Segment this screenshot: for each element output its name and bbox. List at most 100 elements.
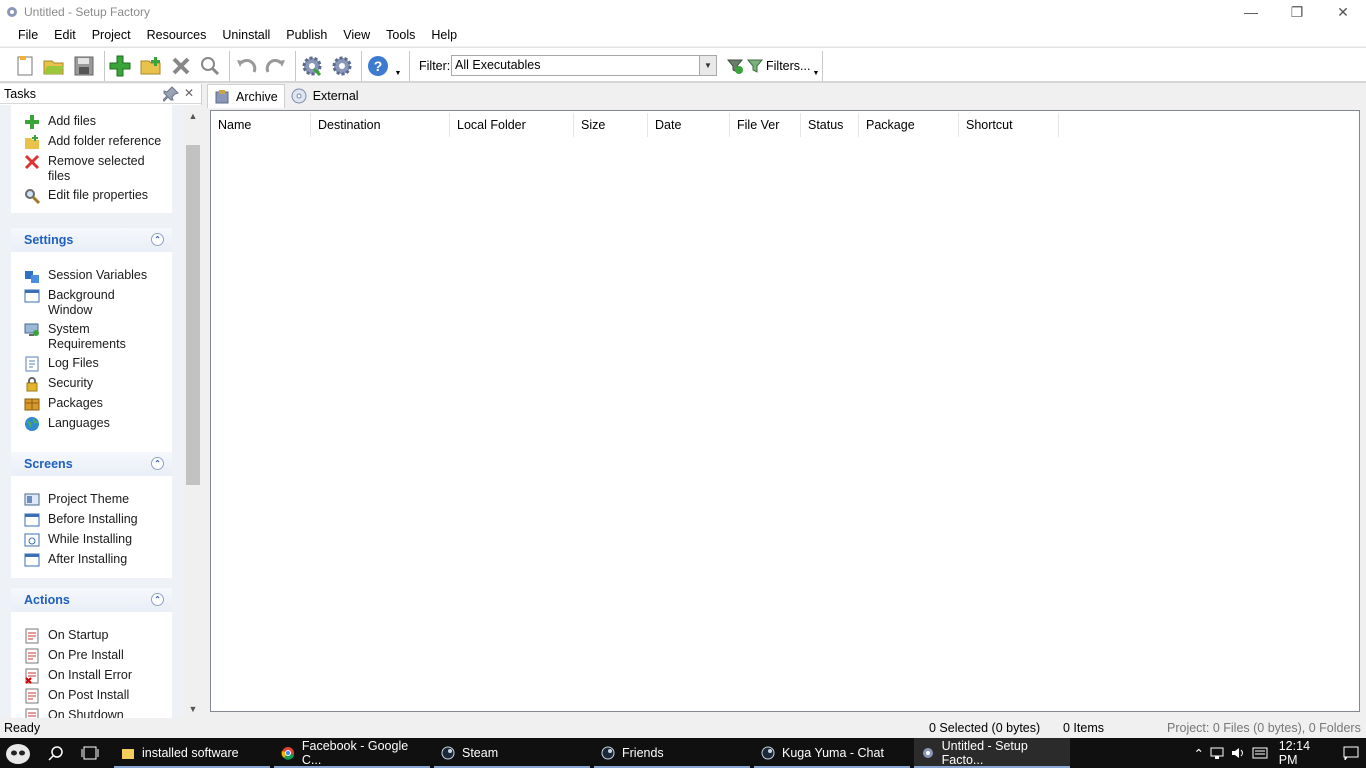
screens-project-theme[interactable]: Project Theme: [24, 492, 129, 508]
search-icon[interactable]: [42, 738, 70, 768]
funnel-icon: [747, 59, 763, 73]
column-header-status[interactable]: Status: [801, 113, 859, 137]
collapse-icon[interactable]: ⌃: [151, 233, 164, 246]
actions-on-shutdown[interactable]: On Shutdown: [24, 708, 124, 718]
volume-icon[interactable]: [1229, 746, 1250, 760]
screens-before-installing[interactable]: Before Installing: [24, 512, 138, 528]
column-header-size[interactable]: Size: [574, 113, 648, 137]
status-project-summary: Project: 0 Files (0 bytes), 0 Folders: [1167, 721, 1361, 735]
collapse-icon[interactable]: ⌃: [151, 457, 164, 470]
settings-group: Settings ⌃ Session Variables Background …: [11, 228, 172, 458]
package-icon: [24, 398, 40, 411]
add-folder-icon[interactable]: [138, 53, 164, 79]
save-icon[interactable]: [71, 53, 97, 79]
scroll-down-icon[interactable]: ▼: [184, 700, 202, 718]
collapse-icon[interactable]: ⌃: [151, 593, 164, 606]
pin-icon[interactable]: [162, 86, 179, 102]
taskbar-app-setup-factory[interactable]: Untitled - Setup Facto...: [914, 738, 1070, 768]
folder-icon: [120, 745, 136, 761]
filters-dropdown-icon[interactable]: ▼: [810, 68, 822, 78]
menu-project[interactable]: Project: [84, 28, 139, 42]
theme-icon: [24, 493, 40, 506]
help-icon[interactable]: ?: [365, 53, 391, 79]
build-icon[interactable]: [299, 53, 325, 79]
tab-archive[interactable]: Archive: [207, 84, 285, 108]
actions-on-post-install[interactable]: On Post Install: [24, 688, 129, 704]
settings-background-window[interactable]: Background Window: [24, 288, 144, 318]
network-icon[interactable]: [1208, 746, 1229, 760]
column-header-local-folder[interactable]: Local Folder: [450, 113, 574, 137]
settings-session-variables[interactable]: Session Variables: [24, 268, 147, 284]
menu-edit[interactable]: Edit: [46, 28, 84, 42]
settings-packages[interactable]: Packages: [24, 396, 103, 412]
filter-add-icon[interactable]: [722, 53, 748, 79]
screens-after-installing[interactable]: After Installing: [24, 552, 127, 568]
tab-external[interactable]: External: [285, 84, 365, 108]
menu-uninstall[interactable]: Uninstall: [214, 28, 278, 42]
actions-on-install-error[interactable]: On Install Error: [24, 668, 132, 684]
actions-on-pre-install[interactable]: On Pre Install: [24, 648, 124, 664]
actions-on-startup[interactable]: On Startup: [24, 628, 108, 644]
menu-resources[interactable]: Resources: [139, 28, 215, 42]
column-header-name[interactable]: Name: [211, 113, 311, 137]
publish-icon[interactable]: [329, 53, 355, 79]
task-add-folder-reference[interactable]: Add folder reference: [24, 134, 161, 150]
column-header-destination[interactable]: Destination: [311, 113, 450, 137]
column-header-package[interactable]: Package: [859, 113, 959, 137]
task-view-icon[interactable]: [76, 738, 104, 768]
screens-while-installing[interactable]: While Installing: [24, 532, 132, 548]
find-icon[interactable]: [197, 53, 223, 79]
menu-file[interactable]: File: [10, 28, 46, 42]
scrollbar-thumb[interactable]: [186, 145, 200, 485]
help-dropdown-icon[interactable]: ▼: [392, 68, 404, 78]
menu-publish[interactable]: Publish: [278, 28, 335, 42]
file-tabs: Archive External: [207, 84, 365, 108]
chevron-down-icon[interactable]: ▼: [699, 56, 716, 75]
remove-icon[interactable]: [168, 53, 194, 79]
screens-group-header[interactable]: Screens ⌃: [11, 452, 172, 476]
redo-icon[interactable]: [263, 53, 289, 79]
task-edit-file-properties[interactable]: Edit file properties: [24, 188, 148, 204]
scroll-up-icon[interactable]: ▲: [184, 107, 202, 125]
show-hidden-icons-icon[interactable]: ⌃: [1190, 746, 1208, 761]
minimize-button[interactable]: —: [1228, 0, 1274, 24]
tasks-scrollbar[interactable]: ▲ ▼: [184, 105, 202, 718]
tasks-panel: Tasks ✕ Add files Add folder reference R…: [0, 84, 202, 718]
close-panel-icon[interactable]: ✕: [184, 86, 200, 102]
restore-button[interactable]: ❐: [1274, 0, 1320, 24]
task-add-files[interactable]: Add files: [24, 114, 96, 130]
settings-group-header[interactable]: Settings ⌃: [11, 228, 172, 252]
filters-button[interactable]: Filters...: [747, 58, 810, 74]
new-project-icon[interactable]: [12, 53, 38, 79]
task-remove-selected-files[interactable]: Remove selected files: [24, 154, 154, 184]
settings-languages[interactable]: Languages: [24, 416, 110, 432]
undo-icon[interactable]: [233, 53, 259, 79]
menu-view[interactable]: View: [335, 28, 378, 42]
taskbar-app-installed-software[interactable]: installed software: [114, 738, 270, 768]
settings-system-requirements[interactable]: System Requirements: [24, 322, 144, 352]
start-button[interactable]: [0, 738, 36, 768]
files-list-view[interactable]: Name Destination Local Folder Size Date …: [210, 110, 1360, 712]
column-header-shortcut[interactable]: Shortcut: [959, 113, 1059, 137]
setup-factory-app-icon: [920, 745, 936, 761]
clock[interactable]: 12:14 PM: [1279, 739, 1326, 767]
column-header-file-ver[interactable]: File Ver: [730, 113, 801, 137]
input-indicator-icon[interactable]: [1250, 746, 1271, 760]
settings-log-files[interactable]: Log Files: [24, 356, 99, 372]
menu-tools[interactable]: Tools: [378, 28, 423, 42]
filter-dropdown[interactable]: All Executables ▼: [451, 55, 717, 76]
actions-group-header[interactable]: Actions ⌃: [11, 588, 172, 612]
taskbar-app-chrome[interactable]: Facebook - Google C...: [274, 738, 430, 768]
settings-security[interactable]: Security: [24, 376, 93, 392]
system-requirements-icon: [24, 323, 39, 336]
action-center-icon[interactable]: [1336, 746, 1366, 760]
taskbar-app-chat[interactable]: Kuga Yuma - Chat: [754, 738, 910, 768]
start-avatar-icon: [6, 744, 30, 764]
taskbar-app-friends[interactable]: Friends: [594, 738, 750, 768]
column-header-date[interactable]: Date: [648, 113, 730, 137]
close-window-button[interactable]: ✕: [1320, 0, 1366, 24]
taskbar-app-steam[interactable]: Steam: [434, 738, 590, 768]
menu-help[interactable]: Help: [423, 28, 465, 42]
add-files-icon[interactable]: [107, 53, 133, 79]
open-project-icon[interactable]: [41, 53, 67, 79]
